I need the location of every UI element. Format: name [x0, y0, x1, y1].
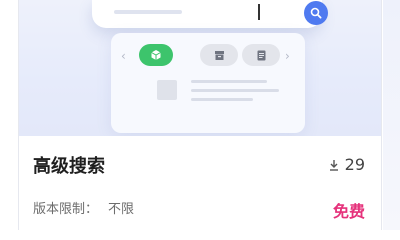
result-thumbnail [157, 80, 177, 100]
result-line [191, 89, 279, 92]
preview-pill [200, 44, 238, 66]
download-icon [329, 159, 338, 171]
preview-pill-active [139, 44, 173, 66]
download-count: 29 [329, 155, 365, 174]
download-count-value: 29 [344, 155, 365, 174]
result-line [191, 98, 253, 101]
adjacent-card-edge [383, 0, 400, 230]
result-line [191, 80, 267, 83]
plugin-preview: ‹ › [19, 0, 381, 136]
version-limit-value: 不限 [108, 202, 135, 217]
search-icon [310, 7, 322, 19]
search-placeholder-line [114, 10, 182, 14]
version-limit-label: 版本限制： [33, 202, 99, 217]
text-caret [258, 4, 260, 20]
search-button [304, 1, 328, 25]
plugin-card[interactable]: ‹ › 高级搜索 29 版本限制： 不限 免费 [18, 0, 382, 230]
plugin-title[interactable]: 高级搜索 [33, 152, 105, 178]
document-icon [257, 50, 265, 60]
preview-pill [242, 44, 280, 66]
price-badge: 免费 [332, 202, 365, 221]
preview-search-bar [92, 0, 328, 28]
box-icon [151, 50, 161, 60]
chevron-right-icon: › [285, 49, 290, 63]
version-limit: 版本限制： 不限 [33, 198, 134, 217]
chevron-left-icon: ‹ [121, 49, 126, 63]
preview-panel: ‹ › [111, 33, 305, 133]
archive-icon [214, 50, 224, 60]
